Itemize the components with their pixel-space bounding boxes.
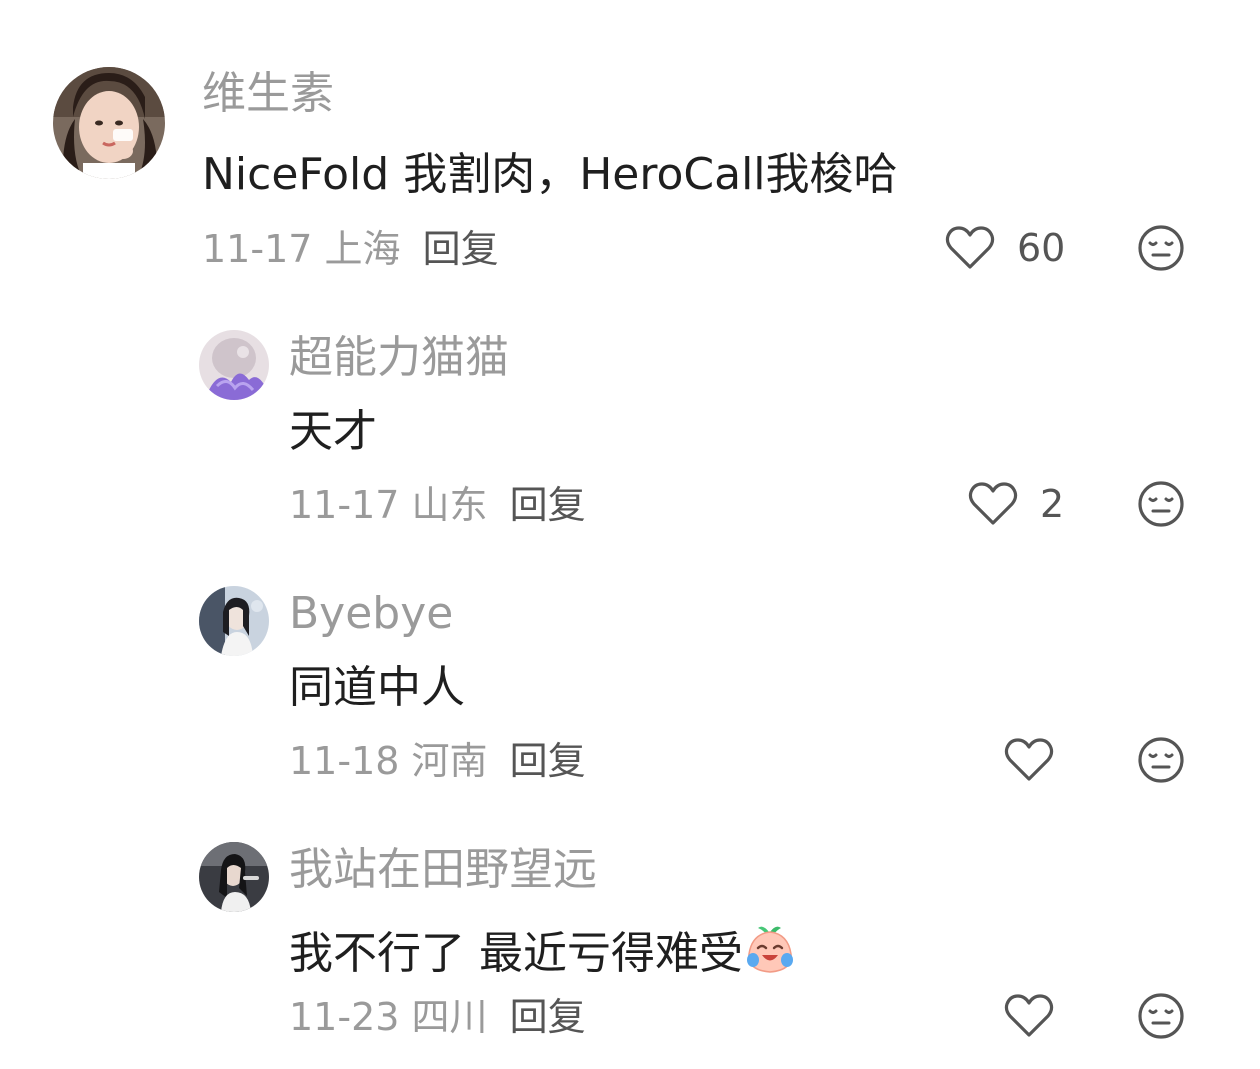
comment-meta: 11-23 四川 回复 — [289, 998, 586, 1036]
like-button[interactable]: 2 — [968, 479, 1064, 529]
reply-button[interactable]: 回复 — [510, 739, 586, 783]
avatar[interactable] — [199, 842, 269, 912]
comment-location: 四川 — [411, 995, 488, 1039]
dislike-button[interactable] — [1137, 224, 1185, 272]
comment-location: 上海 — [324, 227, 401, 271]
reply-comment-item: 我站在田野望远 我不行了 最近亏得难受 11-23 四川 回复 — [0, 812, 1260, 1069]
comment-date: 11-18 — [289, 739, 400, 783]
reply-button[interactable]: 回复 — [510, 483, 586, 527]
comment-location: 河南 — [411, 739, 488, 783]
comment-meta: 11-17 山东 回复 — [289, 486, 586, 524]
like-button[interactable] — [1004, 991, 1054, 1041]
unamused-face-icon — [1138, 481, 1184, 527]
username[interactable]: 超能力猫猫 — [289, 336, 509, 380]
unamused-face-icon — [1138, 993, 1184, 1039]
heart-outline-icon — [945, 226, 995, 269]
avatar[interactable] — [53, 67, 165, 179]
comment-text: 我不行了 最近亏得难受 — [289, 922, 797, 976]
like-button[interactable]: 60 — [945, 223, 1065, 273]
comment-text-body: 我不行了 最近亏得难受 — [289, 928, 743, 979]
avatar[interactable] — [199, 586, 269, 656]
avatar[interactable] — [199, 330, 269, 400]
comment-date: 11-17 — [202, 227, 313, 271]
dislike-button[interactable] — [1137, 736, 1185, 784]
comment-text: 同道中人 — [289, 662, 465, 713]
dislike-button[interactable] — [1137, 480, 1185, 528]
comment-item: 维生素 NiceFold 我割肉，HeroCall我梭哈 11-17 上海 回复… — [0, 0, 1260, 300]
username[interactable]: 维生素 — [202, 72, 334, 116]
comment-text: 天才 — [289, 406, 377, 457]
heart-outline-icon — [968, 482, 1018, 525]
like-count: 2 — [1040, 482, 1065, 526]
heart-outline-icon — [1004, 738, 1054, 781]
unamused-face-icon — [1138, 225, 1184, 271]
reply-button[interactable]: 回复 — [423, 227, 499, 271]
dislike-button[interactable] — [1137, 992, 1185, 1040]
crying-laughing-peach-emoji — [747, 926, 793, 973]
reply-comment-item: Byebye 同道中人 11-18 河南 回复 — [0, 556, 1260, 814]
unamused-face-icon — [1138, 737, 1184, 783]
reply-button[interactable]: 回复 — [510, 995, 586, 1039]
comment-date: 11-17 — [289, 483, 400, 527]
comment-location: 山东 — [411, 483, 488, 527]
heart-outline-icon — [1004, 994, 1054, 1037]
comment-meta: 11-17 上海 回复 — [202, 230, 499, 268]
like-button[interactable] — [1004, 735, 1054, 785]
comment-text: NiceFold 我割肉，HeroCall我梭哈 — [202, 149, 898, 200]
comment-meta: 11-18 河南 回复 — [289, 742, 586, 780]
username[interactable]: Byebye — [289, 592, 453, 636]
comment-date: 11-23 — [289, 995, 400, 1039]
like-count: 60 — [1017, 226, 1066, 270]
reply-comment-item: 超能力猫猫 天才 11-17 山东 回复 2 — [0, 300, 1260, 560]
username[interactable]: 我站在田野望远 — [289, 848, 597, 892]
